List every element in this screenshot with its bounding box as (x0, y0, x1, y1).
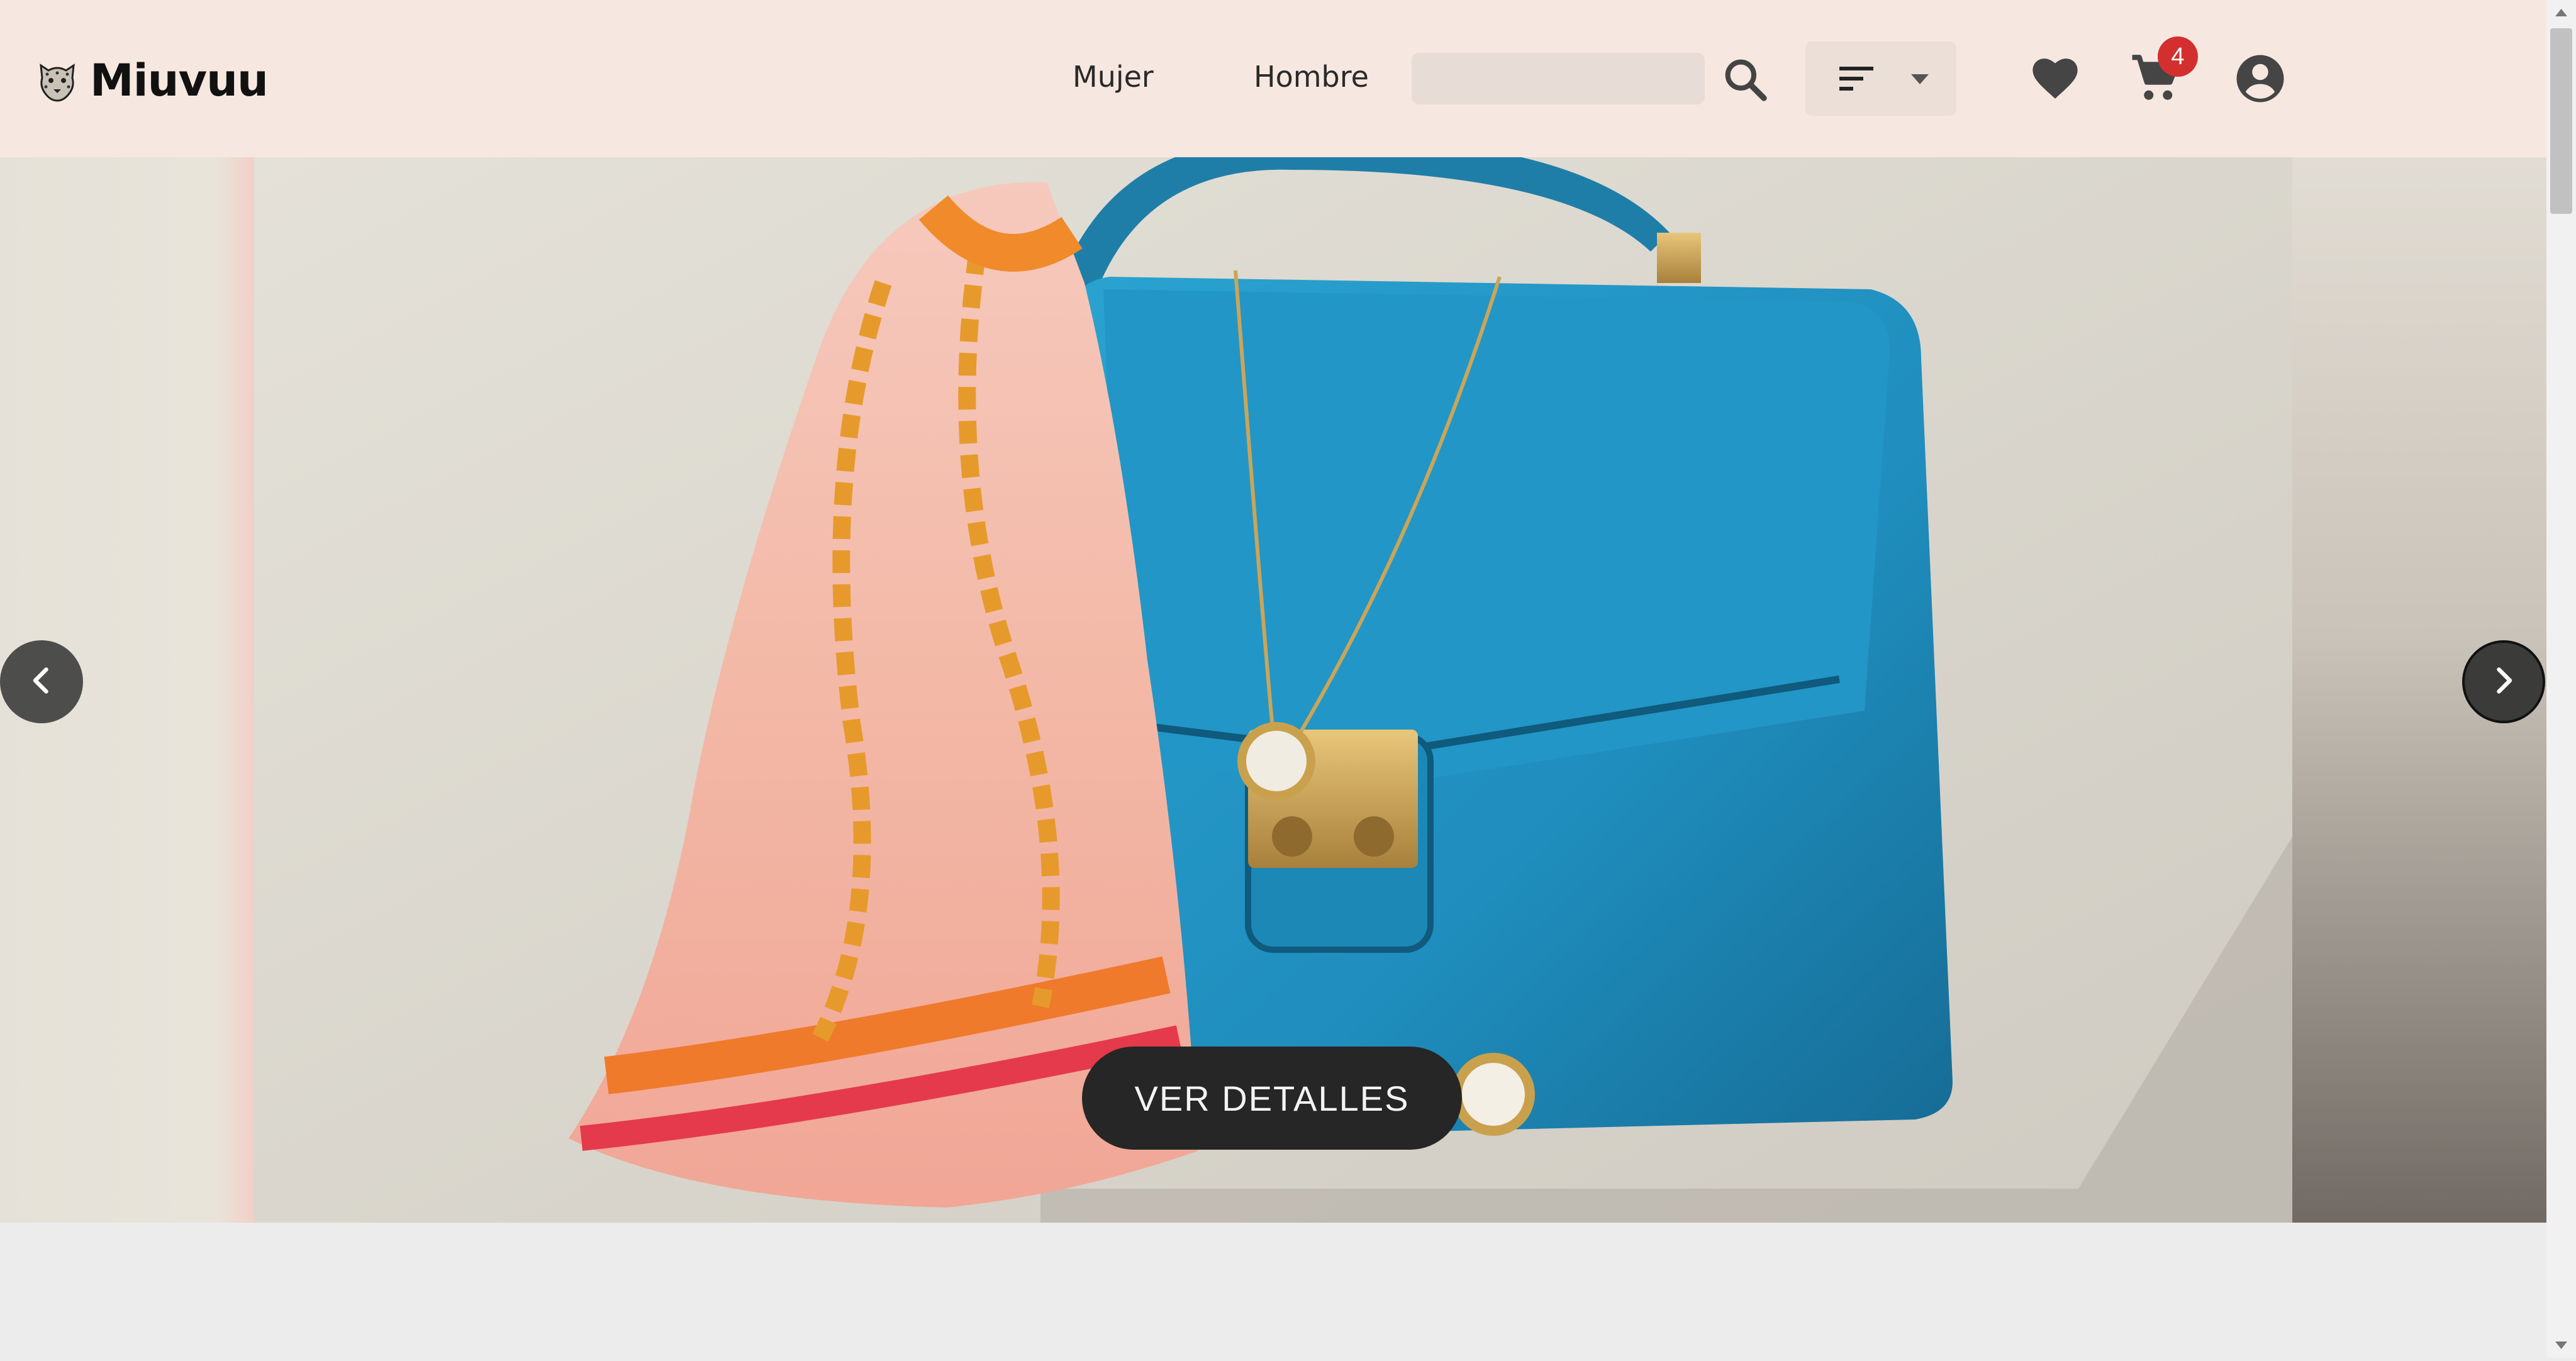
brand-name: Miuvuu (90, 54, 269, 106)
cart-icon (2127, 55, 2184, 109)
leopard-head-icon (35, 58, 80, 103)
scrollbar-thumb[interactable] (2550, 28, 2572, 214)
favorites-button[interactable] (2027, 50, 2083, 107)
search-icon (1720, 59, 1770, 107)
sort-icon (1837, 60, 1877, 100)
heart-icon (2027, 58, 2083, 109)
sort-filter-button[interactable] (1805, 42, 1956, 116)
scroll-down-arrow[interactable] (2546, 1333, 2576, 1358)
caret-down-icon (1909, 72, 1931, 90)
chevron-left-icon (23, 662, 60, 703)
top-navbar: Miuvuu Mujer Hombre 4 (0, 0, 2546, 157)
scroll-up-arrow[interactable] (2546, 0, 2576, 25)
cart-count-badge: 4 (2158, 36, 2198, 77)
brand-logo-link[interactable]: Miuvuu (35, 50, 269, 110)
view-details-button[interactable]: VER DETALLES (1082, 1047, 1462, 1150)
search-button[interactable] (1720, 54, 1770, 104)
carousel-next-button[interactable] (2462, 640, 2545, 723)
page-scrollbar[interactable] (2546, 0, 2576, 1358)
account-button[interactable] (2232, 50, 2289, 107)
carousel-prev-button[interactable] (0, 640, 83, 723)
chevron-right-icon (2485, 662, 2523, 703)
search-input[interactable] (1412, 53, 1705, 104)
account-circle-icon (2232, 55, 2289, 109)
nav-link-mujer[interactable]: Mujer (1073, 60, 1154, 94)
nav-link-hombre[interactable]: Hombre (1254, 60, 1369, 94)
